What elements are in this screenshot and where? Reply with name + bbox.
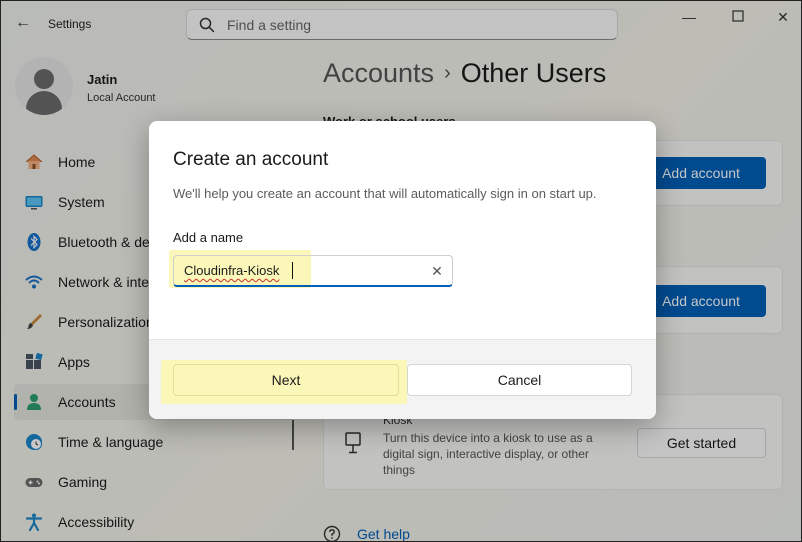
- dialog-footer: Next Cancel: [149, 339, 656, 419]
- name-field-label: Add a name: [173, 230, 244, 245]
- next-button[interactable]: Next: [173, 364, 399, 396]
- watermark: Cloudinfra.net: [428, 306, 632, 337]
- dialog-description: We'll help you create an account that wi…: [173, 186, 597, 201]
- create-account-dialog: Create an account We'll help you create …: [149, 121, 656, 419]
- text-caret: [292, 262, 293, 279]
- name-field[interactable]: Cloudinfra-Kiosk ✕: [173, 255, 453, 287]
- dialog-title: Create an account: [173, 149, 329, 170]
- name-field-value: Cloudinfra-Kiosk: [184, 263, 280, 278]
- clear-icon[interactable]: ✕: [429, 262, 445, 280]
- cancel-button[interactable]: Cancel: [407, 364, 632, 396]
